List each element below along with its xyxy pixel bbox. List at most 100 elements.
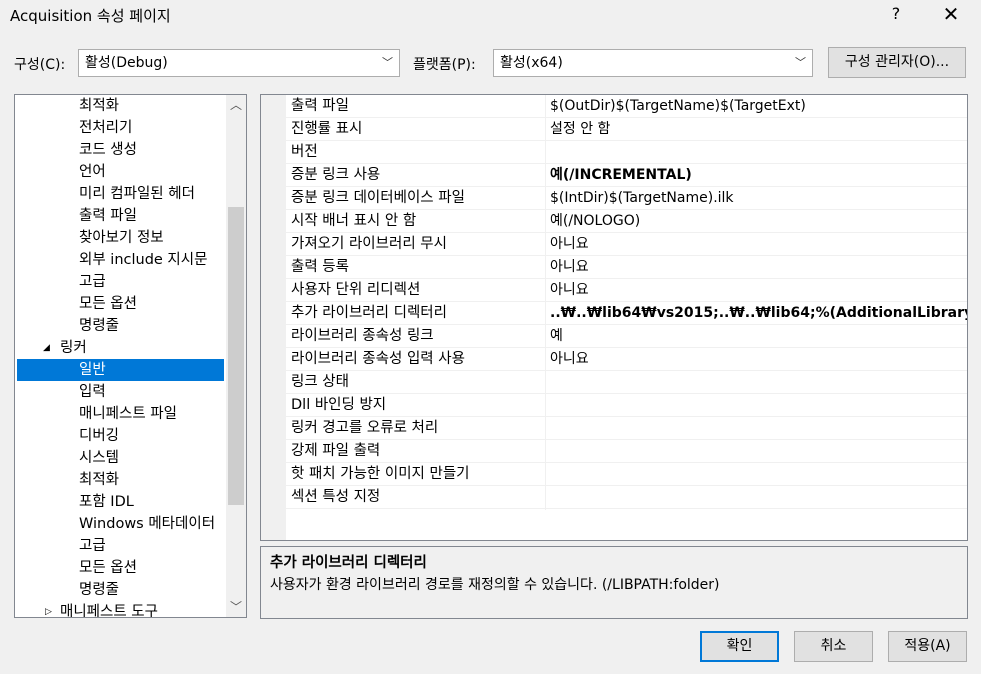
property-value[interactable]: 예(/NOLOGO) — [550, 211, 967, 232]
tree-item[interactable]: 포함 IDL — [15, 491, 224, 513]
description-text: 사용자가 환경 라이브러리 경로를 재정의할 수 있습니다. (/LIBPATH… — [270, 577, 720, 593]
property-row[interactable]: 라이브러리 종속성 입력 사용 아니요 — [286, 348, 967, 371]
tree-item[interactable]: 매니페스트 파일 — [15, 403, 224, 425]
property-value[interactable]: $(IntDir)$(TargetName).ilk — [550, 188, 967, 209]
tree-item-label: Windows 메타데이터 — [79, 516, 216, 532]
tree-item[interactable]: ▷ 매니페스트 도구 — [15, 601, 224, 617]
tree-item[interactable]: 찾아보기 정보 — [15, 227, 224, 249]
cancel-button[interactable]: 취소 — [794, 631, 873, 662]
chevron-down-icon: ﹀ — [795, 56, 806, 69]
property-value[interactable]: 예(/INCREMENTAL) — [550, 165, 967, 186]
tree-item[interactable]: 최적화 — [15, 469, 224, 491]
tree-item-label: 명령줄 — [79, 318, 120, 334]
scrollbar-thumb[interactable] — [228, 207, 244, 505]
property-name: 라이브러리 종속성 링크 — [291, 328, 434, 344]
property-value[interactable]: 아니요 — [550, 257, 967, 278]
description-panel: 추가 라이브러리 디렉터리 사용자가 환경 라이브러리 경로를 재정의할 수 있… — [260, 546, 968, 619]
property-grid[interactable]: 출력 파일 $(OutDir)$(TargetName)$(TargetExt) 진… — [260, 94, 968, 541]
chevron-up-icon[interactable]: ︿ — [226, 95, 246, 115]
property-row[interactable]: 강제 파일 출력 — [286, 440, 967, 463]
property-name: 사용자 단위 리디렉션 — [291, 282, 421, 298]
property-value[interactable]: 아니요 — [550, 234, 967, 255]
description-title: 추가 라이브러리 디렉터리 — [270, 555, 427, 571]
tree-item-label: 포함 IDL — [79, 494, 134, 510]
platform-select[interactable]: 활성(x64) ﹀ — [493, 49, 813, 77]
tree-item-label: 출력 파일 — [79, 208, 137, 224]
property-value[interactable]: 아니요 — [550, 280, 967, 301]
tree-item-label: 미리 컴파일된 헤더 — [79, 186, 195, 202]
platform-value: 활성(x64) — [500, 55, 563, 71]
tree-item[interactable]: 코드 생성 — [15, 139, 224, 161]
tree-item[interactable]: 일반 — [17, 359, 224, 381]
tree-item[interactable]: 시스템 — [15, 447, 224, 469]
property-row[interactable]: 핫 패치 가능한 이미지 만들기 — [286, 463, 967, 486]
property-name: 시작 배너 표시 안 함 — [291, 213, 417, 229]
property-row[interactable]: 진행률 표시 설정 안 함 — [286, 118, 967, 141]
property-row[interactable]: 링커 경고를 오류로 처리 — [286, 417, 967, 440]
tree-item[interactable]: Windows 메타데이터 — [15, 513, 224, 535]
tree-item[interactable]: 디버깅 — [15, 425, 224, 447]
chevron-down-icon: ﹀ — [382, 56, 393, 69]
tree-item[interactable]: 고급 — [15, 535, 224, 557]
property-row[interactable]: 버전 — [286, 141, 967, 164]
apply-button[interactable]: 적용(A) — [888, 631, 967, 662]
config-manager-button[interactable]: 구성 관리자(O)... — [828, 47, 966, 78]
ok-button[interactable]: 확인 — [700, 631, 779, 662]
grid-gutter — [261, 95, 286, 540]
expanded-triangle-icon[interactable]: ◢ — [43, 337, 50, 359]
property-row[interactable]: 섹션 특성 지정 — [286, 486, 967, 509]
property-row[interactable]: 증분 링크 사용 예(/INCREMENTAL) — [286, 164, 967, 187]
property-name: 추가 라이브러리 디렉터리 — [291, 305, 447, 321]
tree-item[interactable]: 외부 include 지시문 — [15, 249, 224, 271]
tree-item[interactable]: 언어 — [15, 161, 224, 183]
property-value[interactable]: 아니요 — [550, 349, 967, 370]
property-row[interactable]: 라이브러리 종속성 링크 예 — [286, 325, 967, 348]
property-row[interactable]: 추가 라이브러리 디렉터리 ..₩..₩lib64₩vs2015;..₩..₩li… — [286, 302, 967, 325]
window-title: Acquisition 속성 페이지 — [10, 7, 171, 25]
property-name: 강제 파일 출력 — [291, 443, 381, 459]
tree-scrollbar[interactable]: ︿ ﹀ — [226, 95, 246, 617]
tree-item-label: 매니페스트 파일 — [79, 406, 177, 422]
tree-item[interactable]: 미리 컴파일된 헤더 — [15, 183, 224, 205]
platform-label: 플랫폼(P): — [413, 57, 476, 73]
collapsed-triangle-icon[interactable]: ▷ — [45, 601, 52, 617]
tree-item[interactable]: 입력 — [15, 381, 224, 403]
help-button[interactable]: ? — [878, 2, 914, 28]
tree-item-label: 최적화 — [79, 472, 120, 488]
tree-item[interactable]: 고급 — [15, 271, 224, 293]
config-select[interactable]: 활성(Debug) ﹀ — [78, 49, 400, 77]
property-name: Dll 바인딩 방지 — [291, 397, 387, 413]
property-tree[interactable]: 최적화 전처리기 코드 생성 언어 미리 컴파일된 헤더 출력 파일 찾아보기 정보 외부 i… — [14, 94, 247, 618]
property-row[interactable]: Dll 바인딩 방지 — [286, 394, 967, 417]
tree-item-label: 일반 — [79, 362, 106, 378]
tree-item[interactable]: 최적화 — [15, 95, 224, 117]
tree-item-label: 링커 — [60, 340, 87, 356]
property-row[interactable]: 증분 링크 데이터베이스 파일 $(IntDir)$(TargetName).il… — [286, 187, 967, 210]
tree-item-label: 고급 — [79, 538, 106, 554]
property-row[interactable]: 가져오기 라이브러리 무시 아니요 — [286, 233, 967, 256]
property-row[interactable]: 링크 상태 — [286, 371, 967, 394]
tree-item[interactable]: 전처리기 — [15, 117, 224, 139]
property-value[interactable]: 예 — [550, 326, 967, 347]
property-value[interactable]: 설정 안 함 — [550, 119, 967, 140]
property-row[interactable]: 출력 파일 $(OutDir)$(TargetName)$(TargetExt) — [286, 95, 967, 118]
property-row[interactable]: 시작 배너 표시 안 함 예(/NOLOGO) — [286, 210, 967, 233]
tree-item[interactable]: 명령줄 — [15, 315, 224, 337]
tree-item-label: 입력 — [79, 384, 106, 400]
tree-item-label: 외부 include 지시문 — [79, 252, 208, 268]
chevron-down-icon[interactable]: ﹀ — [226, 597, 246, 617]
property-row[interactable]: 사용자 단위 리디렉션 아니요 — [286, 279, 967, 302]
tree-item[interactable]: ◢ 링커 — [15, 337, 224, 359]
property-value[interactable]: $(OutDir)$(TargetName)$(TargetExt) — [550, 96, 967, 117]
tree-item[interactable]: 출력 파일 — [15, 205, 224, 227]
tree-item-label: 코드 생성 — [79, 142, 137, 158]
property-name: 증분 링크 사용 — [291, 167, 381, 183]
close-button[interactable]: ✕ — [933, 2, 969, 28]
property-row[interactable]: 출력 등록 아니요 — [286, 256, 967, 279]
tree-item[interactable]: 모든 옵션 — [15, 293, 224, 315]
property-value[interactable]: ..₩..₩lib64₩vs2015;..₩..₩lib64;%(Additio… — [550, 303, 967, 324]
tree-item-label: 최적화 — [79, 98, 120, 114]
property-name: 링커 경고를 오류로 처리 — [291, 420, 439, 436]
tree-item[interactable]: 모든 옵션 — [15, 557, 224, 579]
tree-item[interactable]: 명령줄 — [15, 579, 224, 601]
